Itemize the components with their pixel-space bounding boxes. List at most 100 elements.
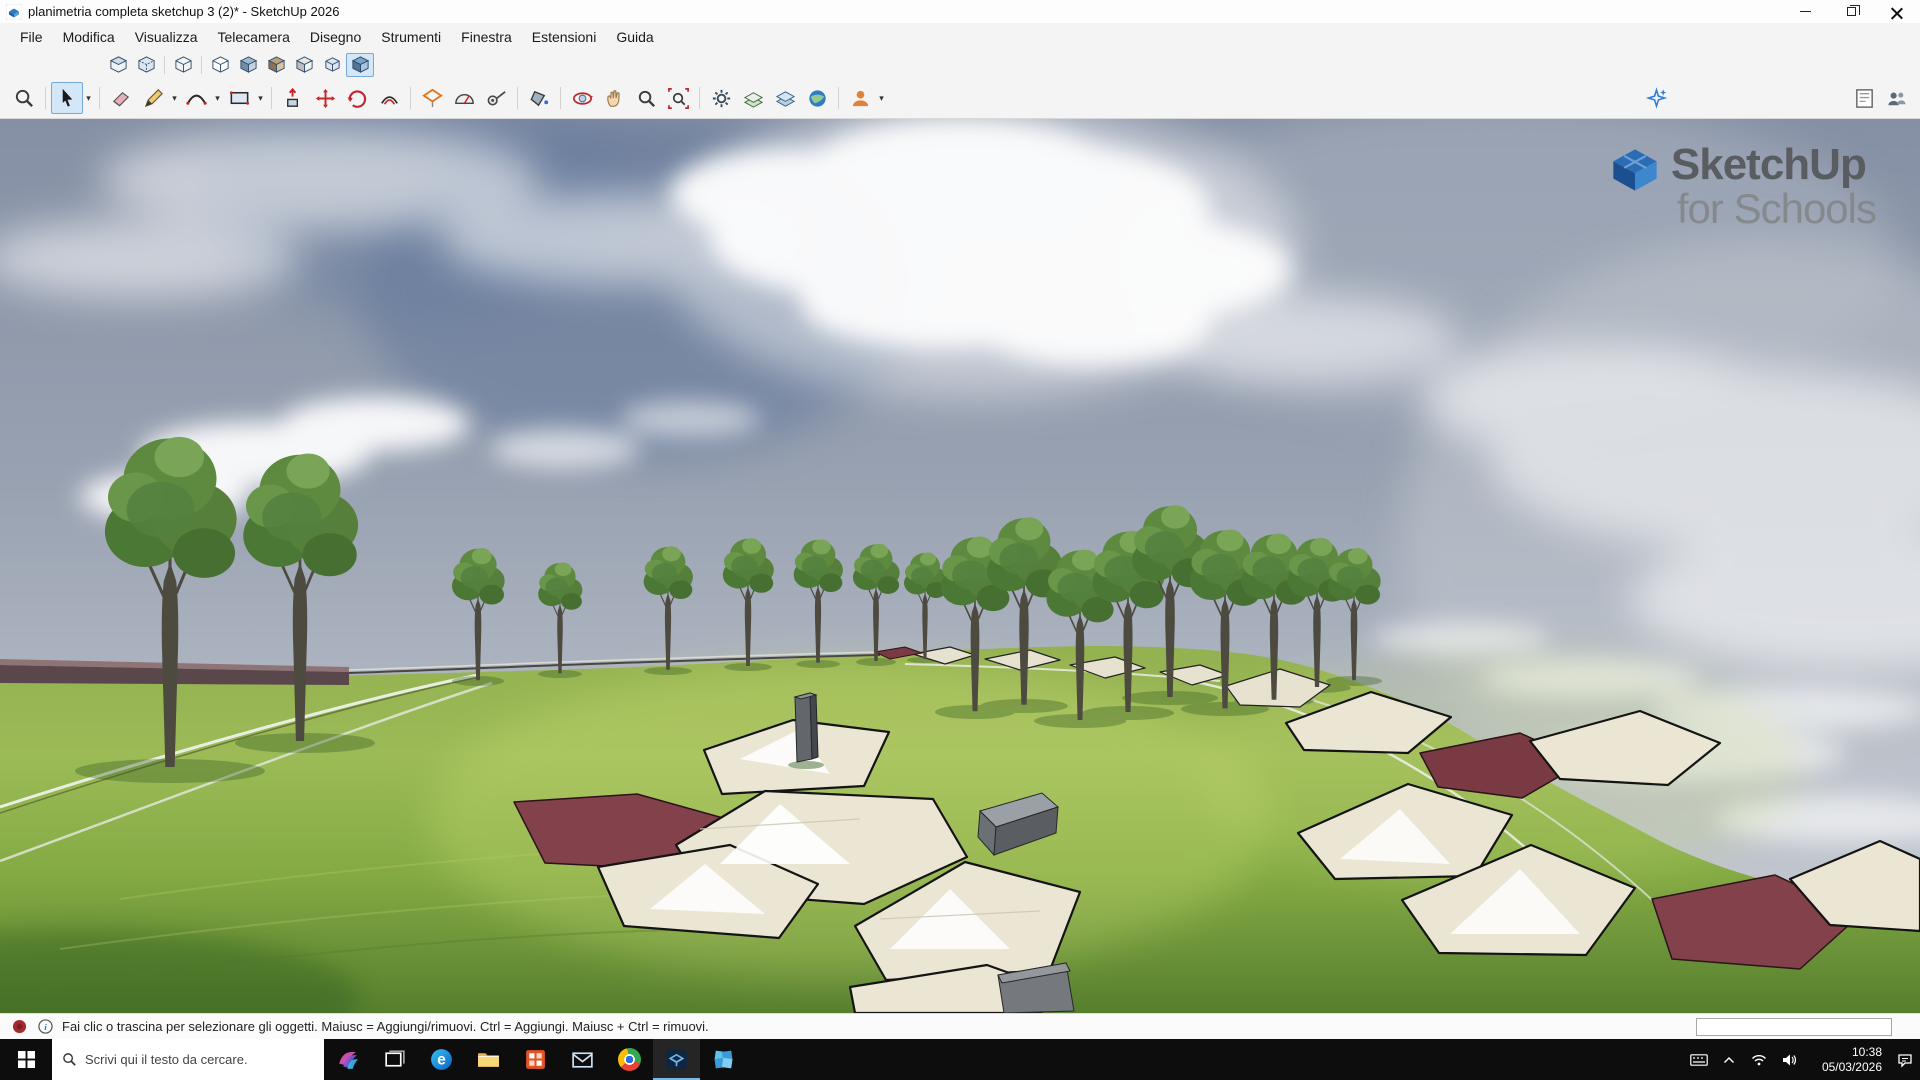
menu-finestra[interactable]: Finestra	[451, 26, 522, 48]
svg-text:i: i	[44, 1022, 47, 1032]
panels-icon[interactable]	[1848, 82, 1880, 114]
menu-guida[interactable]: Guida	[606, 26, 663, 48]
tray-chevron-up-icon[interactable]	[1714, 1039, 1744, 1080]
menu-disegno[interactable]: Disegno	[300, 26, 371, 48]
minimize-button[interactable]	[1782, 0, 1828, 23]
style-selected-icon[interactable]	[346, 53, 374, 77]
taskbar-app-sketchup[interactable]	[653, 1039, 700, 1080]
orbit-tool-icon[interactable]	[566, 82, 598, 114]
taskbar-app-photos[interactable]	[700, 1039, 747, 1080]
style-textured-icon[interactable]	[262, 53, 290, 77]
offset-tool-icon[interactable]	[373, 82, 405, 114]
volume-icon[interactable]	[1774, 1039, 1804, 1080]
line-dropdown-icon[interactable]: ▾	[169, 82, 180, 114]
zoom-extents-tool-icon[interactable]	[662, 82, 694, 114]
tray-time: 10:38	[1852, 1045, 1882, 1060]
line-tool-icon[interactable]	[137, 82, 169, 114]
sketchup-app-icon	[6, 4, 22, 20]
style-toolbar	[0, 51, 1920, 78]
avatar-dropdown-icon[interactable]: ▾	[876, 82, 887, 114]
touch-keyboard-icon[interactable]	[1684, 1039, 1714, 1080]
rotate-tool-icon[interactable]	[341, 82, 373, 114]
system-tray: 10:38 05/03/2026	[1684, 1039, 1920, 1080]
window-title: planimetria completa sketchup 3 (2)* - S…	[28, 4, 339, 19]
style-wireframe-icon[interactable]	[169, 53, 197, 77]
pan-tool-icon[interactable]	[598, 82, 630, 114]
zoom-tool-icon[interactable]	[630, 82, 662, 114]
menu-strumenti[interactable]: Strumenti	[371, 26, 451, 48]
ai-assistant-icon[interactable]	[1640, 82, 1672, 114]
section-plane-tool-icon[interactable]	[416, 82, 448, 114]
statusbar: i Fai clic o trascina per selezionare gl…	[0, 1013, 1920, 1039]
measurement-input[interactable]	[1696, 1018, 1892, 1036]
taskbar-app-edge[interactable]: e	[418, 1039, 465, 1080]
network-icon[interactable]	[1744, 1039, 1774, 1080]
taskbar-app-chrome[interactable]	[606, 1039, 653, 1080]
style-back-edges-icon[interactable]	[132, 53, 160, 77]
style-hidden-line-icon[interactable]	[206, 53, 234, 77]
taskbar-app-office[interactable]	[512, 1039, 559, 1080]
taskbar-app-mail[interactable]	[559, 1039, 606, 1080]
menu-estensioni[interactable]: Estensioni	[522, 26, 607, 48]
protractor-tool-icon[interactable]	[448, 82, 480, 114]
sketchup-window: planimetria completa sketchup 3 (2)* - S…	[0, 0, 1920, 1080]
tape-measure-tool-icon[interactable]	[480, 82, 512, 114]
collaboration-icon[interactable]	[1880, 82, 1912, 114]
paint-bucket-tool-icon[interactable]	[523, 82, 555, 114]
style-xray-icon[interactable]	[104, 53, 132, 77]
logo-text-line2: for Schools	[1677, 187, 1876, 231]
sketchup-taskbar-icon	[664, 1047, 689, 1072]
close-button[interactable]	[1874, 0, 1920, 23]
arc-dropdown-icon[interactable]: ▾	[212, 82, 223, 114]
menu-visualizza[interactable]: Visualizza	[125, 26, 208, 48]
tool-toolbar: ▾ ▾ ▾ ▾ ▾	[0, 78, 1920, 119]
style-perspective-icon[interactable]	[318, 53, 346, 77]
select-tool-icon[interactable]	[51, 82, 83, 114]
taskbar-search-input[interactable]: Scrivi qui il testo da cercare.	[52, 1039, 324, 1080]
arc-tool-icon[interactable]	[180, 82, 212, 114]
menu-telecamera[interactable]: Telecamera	[207, 26, 299, 48]
menu-file[interactable]: File	[10, 26, 53, 48]
match-photo-tool-icon[interactable]	[737, 82, 769, 114]
style-monochrome-icon[interactable]	[290, 53, 318, 77]
rectangle-tool-icon[interactable]	[223, 82, 255, 114]
logo-text-line1: SketchUp	[1671, 143, 1876, 187]
menubar: File Modifica Visualizza Telecamera Dise…	[0, 23, 1920, 51]
restore-button[interactable]	[1828, 0, 1874, 23]
menu-modifica[interactable]: Modifica	[53, 26, 125, 48]
search-placeholder-text: Scrivi qui il testo da cercare.	[85, 1052, 248, 1067]
status-indicator-icon[interactable]	[10, 1018, 28, 1036]
start-button[interactable]	[0, 1039, 52, 1080]
viewport-scene	[0, 119, 1920, 1013]
tags-tool-icon[interactable]	[769, 82, 801, 114]
taskbar-app-task-view[interactable]	[371, 1039, 418, 1080]
tray-date: 05/03/2026	[1822, 1060, 1882, 1075]
rectangle-dropdown-icon[interactable]: ▾	[255, 82, 266, 114]
minimize-icon	[1800, 11, 1811, 12]
info-icon[interactable]: i	[36, 1018, 54, 1036]
office-icon	[523, 1047, 548, 1072]
action-center-icon[interactable]	[1890, 1039, 1920, 1080]
shadows-tool-icon[interactable]	[705, 82, 737, 114]
edge-icon: e	[429, 1047, 454, 1072]
taskbar-app-file-explorer[interactable]	[465, 1039, 512, 1080]
move-tool-icon[interactable]	[309, 82, 341, 114]
eraser-tool-icon[interactable]	[105, 82, 137, 114]
search-icon	[62, 1052, 77, 1067]
close-icon	[1891, 6, 1903, 18]
svg-text:e: e	[437, 1052, 446, 1069]
task-view-icon	[382, 1047, 407, 1072]
sketchup-for-schools-logo: SketchUp for Schools	[1609, 143, 1876, 231]
file-explorer-icon	[476, 1047, 501, 1072]
search-tool-icon[interactable]	[8, 82, 40, 114]
geolocation-tool-icon[interactable]	[801, 82, 833, 114]
select-dropdown-icon[interactable]: ▾	[83, 82, 94, 114]
3d-viewport[interactable]: SketchUp for Schools	[0, 119, 1920, 1013]
taskbar-app-paint3d[interactable]	[324, 1039, 371, 1080]
chrome-icon	[618, 1048, 641, 1071]
avatar-tool-icon[interactable]	[844, 82, 876, 114]
style-shaded-icon[interactable]	[234, 53, 262, 77]
clock[interactable]: 10:38 05/03/2026	[1804, 1039, 1890, 1080]
photos-icon	[711, 1047, 736, 1072]
push-pull-tool-icon[interactable]	[277, 82, 309, 114]
